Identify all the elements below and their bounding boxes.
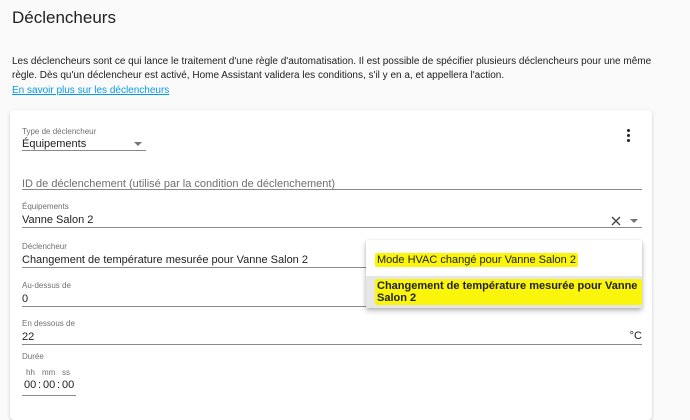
- duration-ss-value[interactable]: 00: [62, 379, 74, 391]
- trigger-type-label: Type de déclencheur: [22, 127, 97, 136]
- intro-text: Les déclencheurs sont ce qui lance le tr…: [12, 56, 652, 81]
- arrow-drop-down-icon[interactable]: [630, 219, 638, 223]
- below-unit: °C: [629, 330, 642, 342]
- duration-mm-value[interactable]: 00: [43, 379, 55, 391]
- menu-item-hvac-mode[interactable]: Mode HVAC changé pour Vanne Salon 2: [366, 244, 642, 276]
- duration-input[interactable]: hh mm ss 00 : 00 : 00: [22, 368, 76, 396]
- trigger-id-input[interactable]: ID de déclenchement (utilisé par la cond…: [22, 174, 642, 190]
- duration-separator: :: [57, 379, 61, 391]
- device-label: Équipements: [22, 202, 69, 211]
- trigger-type-value: Équipements: [22, 138, 87, 150]
- duration-mm-label: mm: [42, 368, 56, 377]
- menu-item-label: Mode HVAC changé pour Vanne Salon 2: [375, 253, 578, 267]
- device-select[interactable]: Équipements Vanne Salon 2: [22, 202, 642, 228]
- duration-separator: :: [38, 379, 42, 391]
- below-input[interactable]: En dessous de 22 °C: [22, 319, 642, 345]
- trigger-type-select[interactable]: Type de déclencheur Équipements: [22, 127, 146, 151]
- duration-label: Durée: [22, 352, 44, 361]
- below-label: En dessous de: [22, 319, 75, 328]
- menu-item-label: Changement de température mesurée pour V…: [375, 279, 642, 305]
- trigger-dropdown-menu: Mode HVAC changé pour Vanne Salon 2 Chan…: [366, 240, 642, 308]
- page-title: Déclencheurs: [12, 8, 116, 27]
- device-underline: [22, 227, 642, 228]
- arrow-drop-down-icon: [134, 142, 142, 146]
- device-value: Vanne Salon 2: [22, 214, 94, 226]
- duration-ss-label: ss: [62, 368, 70, 377]
- duration-underline: [22, 395, 76, 396]
- trigger-type-underline: [22, 150, 146, 151]
- below-underline: [22, 344, 642, 345]
- duration-hh-value[interactable]: 00: [24, 379, 36, 391]
- close-icon[interactable]: [610, 214, 622, 226]
- more-vert-icon[interactable]: [624, 129, 632, 143]
- menu-item-temperature[interactable]: Changement de température mesurée pour V…: [366, 276, 642, 308]
- below-value: 22: [22, 331, 35, 343]
- duration-hh-label: hh: [26, 368, 35, 377]
- trigger-id-underline: [22, 189, 642, 190]
- learn-more-link[interactable]: En savoir plus sur les déclencheurs: [12, 85, 169, 96]
